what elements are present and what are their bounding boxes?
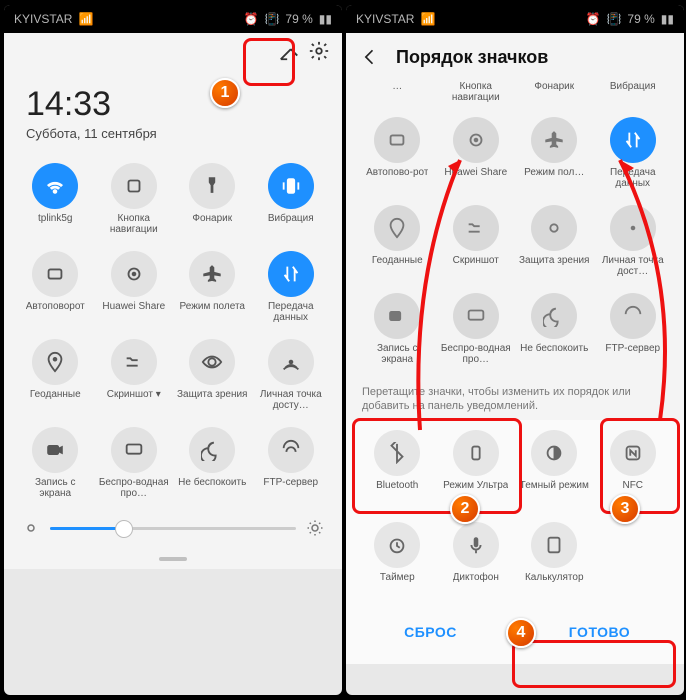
order-row-d: Запись с экрана Беспро-водная про… Не бе… (346, 287, 684, 375)
button-row: СБРОС ГОТОВО (346, 604, 684, 664)
tile-share[interactable]: Huawei Share (437, 117, 516, 199)
settings-icon[interactable] (308, 40, 330, 67)
drag-handle[interactable] (4, 553, 342, 569)
tile-wireless-proj[interactable]: Беспро-водная про… (437, 293, 516, 375)
order-row-c: Геоданные Скриншот Защита зрения Личная … (346, 199, 684, 287)
reset-button[interactable]: СБРОС (346, 612, 515, 652)
tile-flashlight[interactable]: Фонарик (173, 163, 252, 245)
order-row-b: Автопово-рот Huawei Share Режим пол… Пер… (346, 111, 684, 199)
back-icon[interactable] (360, 47, 380, 67)
tile-row-4: Запись с экрана Беспро-водная про… Не бе… (4, 421, 342, 509)
tile-airplane[interactable]: Режим полета (173, 251, 252, 333)
tile-recorder[interactable]: Диктофон (437, 522, 516, 604)
tile-screenshot[interactable]: Скриншот ▾ (95, 339, 174, 421)
done-button[interactable]: ГОТОВО (515, 612, 684, 652)
brightness-slider[interactable] (4, 509, 342, 553)
tile-dnd[interactable]: Не беспокоить (515, 293, 594, 375)
tile-row-3: Геоданные Скриншот ▾ Защита зрения Лична… (4, 333, 342, 421)
drag-hint: Перетащите значки, чтобы изменить их пор… (346, 375, 684, 420)
order-row-a: … Кнопка навигации Фонарик Вибрация (346, 81, 684, 111)
extra-row-b: Таймер Диктофон Калькулятор (346, 512, 684, 604)
tile-dnd[interactable]: Не беспокоить (173, 427, 252, 509)
tile-eye-comfort[interactable]: Защита зрения (173, 339, 252, 421)
tile-data[interactable]: Передача данных (252, 251, 331, 333)
tile-eye-comfort[interactable]: Защита зрения (515, 205, 594, 287)
panel-header (4, 33, 342, 73)
brightness-high-icon (306, 519, 324, 537)
edit-icon[interactable] (278, 40, 300, 67)
tile-vib[interactable]: Вибрация (594, 81, 673, 111)
tile-data[interactable]: Передача данных (594, 117, 673, 199)
tile-timer[interactable]: Таймер (358, 522, 437, 604)
date: Суббота, 11 сентября (4, 126, 342, 157)
tile-empty (594, 522, 673, 604)
tile-ultra[interactable]: Режим Ультра (437, 430, 516, 512)
tile-ftp[interactable]: FTP-сервер (252, 427, 331, 509)
page-title: Порядок значков (396, 47, 548, 68)
tile-vibration[interactable]: Вибрация (252, 163, 331, 245)
tile-ftp[interactable]: FTP-сервер (594, 293, 673, 375)
title-bar: Порядок значков (346, 33, 684, 81)
tile-partial[interactable]: … (358, 81, 437, 111)
tile-row-2: Автоповорот Huawei Share Режим полета Пе… (4, 245, 342, 333)
tile-huawei-share[interactable]: Huawei Share (95, 251, 174, 333)
tile-calculator[interactable]: Калькулятор (515, 522, 594, 604)
tile-nav-button[interactable]: Кнопка навигации (95, 163, 174, 245)
left-screen: KYIVSTAR📶 ⏰📳79 %▮▮ 14:33 Суббота, 11 сен… (4, 5, 342, 695)
tile-dark-mode[interactable]: Темный режим (515, 430, 594, 512)
tile-wifi[interactable]: tplink5g (16, 163, 95, 245)
right-screen: KYIVSTAR📶 ⏰📳79 %▮▮ Порядок значков … Кно… (346, 5, 684, 695)
status-bar: KYIVSTAR📶 ⏰📳79 %▮▮ (4, 5, 342, 33)
tile-screen-record[interactable]: Запись с экрана (16, 427, 95, 509)
tile-bluetooth[interactable]: Bluetooth (358, 430, 437, 512)
tile-location[interactable]: Геоданные (358, 205, 437, 287)
tile-wireless-proj[interactable]: Беспро-водная про… (95, 427, 174, 509)
tile-row-1: tplink5g Кнопка навигации Фонарик Вибрац… (4, 157, 342, 245)
tile-airplane[interactable]: Режим пол… (515, 117, 594, 199)
tile-hotspot[interactable]: Личная точка дост… (594, 205, 673, 287)
tile-screen-record[interactable]: Запись с экрана (358, 293, 437, 375)
brightness-low-icon (22, 519, 40, 537)
status-bar: KYIVSTAR📶 ⏰📳79 %▮▮ (346, 5, 684, 33)
tile-autorotate[interactable]: Автоповорот (16, 251, 95, 333)
tile-nav[interactable]: Кнопка навигации (437, 81, 516, 111)
tile-nfc[interactable]: NFC (594, 430, 673, 512)
extra-row-a: Bluetooth Режим Ультра Темный режим NFC (346, 420, 684, 512)
tile-flash[interactable]: Фонарик (515, 81, 594, 111)
tile-hotspot[interactable]: Личная точка досту… (252, 339, 331, 421)
clock: 14:33 (4, 73, 342, 126)
tile-screenshot[interactable]: Скриншот (437, 205, 516, 287)
tile-location[interactable]: Геоданные (16, 339, 95, 421)
tile-autorotate[interactable]: Автопово-рот (358, 117, 437, 199)
